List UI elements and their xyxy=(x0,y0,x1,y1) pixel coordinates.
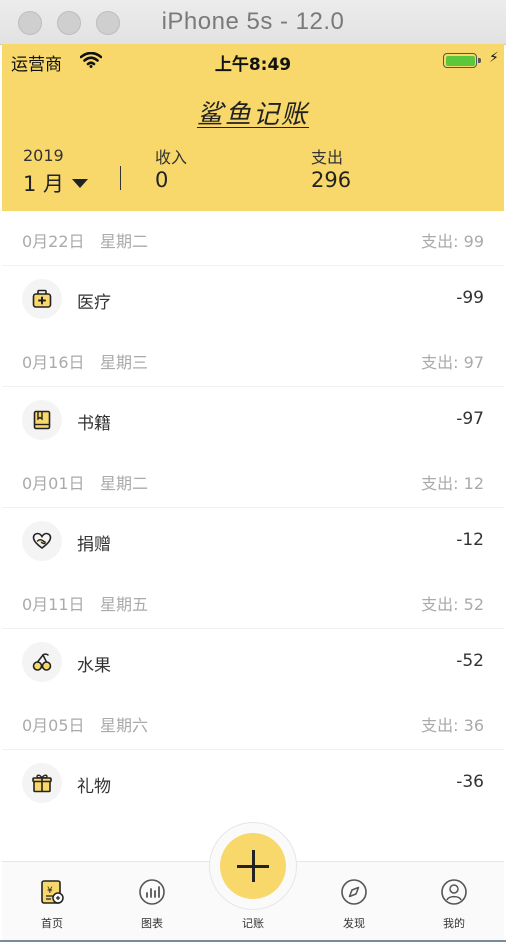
ledger-icon: ¥ xyxy=(41,880,64,904)
caret-down-icon xyxy=(72,178,89,188)
day-header: 0月11日 星期五 支出: 52 xyxy=(2,574,504,629)
simulator-window: iPhone 5s - 12.0 运营商 上午8:49 ⚡ 鲨鱼记账 2019 … xyxy=(0,0,506,942)
record-amount: -97 xyxy=(456,409,484,429)
charging-icon: ⚡ xyxy=(489,50,499,66)
tab-discover-label: 发现 xyxy=(343,917,365,930)
record-row[interactable]: 礼物 -36 xyxy=(2,750,504,816)
window-title: iPhone 5s - 12.0 xyxy=(161,8,345,35)
year-label: 2019 xyxy=(23,146,64,165)
day-date: 0月05日 xyxy=(22,716,85,735)
day-date: 0月01日 xyxy=(22,474,85,493)
header-divider xyxy=(120,166,121,190)
add-record-button[interactable] xyxy=(220,833,286,899)
day-weekday: 星期五 xyxy=(100,595,149,614)
tab-charts-label: 图表 xyxy=(141,917,163,930)
medical-kit-icon xyxy=(22,279,62,319)
income-value: 0 xyxy=(155,168,169,192)
day-expense-summary: 支出: 36 xyxy=(421,716,484,735)
tab-mine[interactable]: 我的 xyxy=(404,862,504,940)
expense-label: 支出 xyxy=(311,148,344,167)
day-expense-summary: 支出: 97 xyxy=(421,353,484,372)
phone-screen: 运营商 上午8:49 ⚡ 鲨鱼记账 2019 1 月 收入 0 支出 296 0… xyxy=(2,44,504,940)
book-icon xyxy=(22,400,62,440)
day-expense-summary: 支出: 99 xyxy=(421,232,484,251)
app-title: 鲨鱼记账 xyxy=(196,100,309,130)
month-selector[interactable]: 1 月 xyxy=(23,168,89,198)
day-weekday: 星期二 xyxy=(100,232,149,251)
income-label: 收入 xyxy=(155,148,188,167)
record-row[interactable]: 捐赠 -12 xyxy=(2,508,504,574)
record-row[interactable]: 水果 -52 xyxy=(2,629,504,695)
month-label: 1 月 xyxy=(23,172,65,196)
tab-discover[interactable]: 发现 xyxy=(304,862,404,940)
record-amount: -99 xyxy=(456,288,484,308)
day-weekday: 星期三 xyxy=(100,353,149,372)
tab-home[interactable]: ¥ 首页 xyxy=(2,862,102,940)
day-date: 0月11日 xyxy=(22,595,85,614)
record-row[interactable]: 医疗 -99 xyxy=(2,266,504,332)
day-weekday: 星期二 xyxy=(100,474,149,493)
record-category: 礼物 xyxy=(77,777,111,797)
header: 运营商 上午8:49 ⚡ 鲨鱼记账 2019 1 月 收入 0 支出 296 xyxy=(2,44,504,211)
record-category: 书籍 xyxy=(77,414,111,434)
record-amount: -52 xyxy=(456,651,484,671)
record-category: 水果 xyxy=(77,656,111,676)
tab-mine-label: 我的 xyxy=(443,917,465,930)
battery-icon xyxy=(443,53,481,68)
record-amount: -12 xyxy=(456,530,484,550)
compass-icon xyxy=(341,879,367,905)
status-time: 上午8:49 xyxy=(214,55,292,75)
record-row[interactable]: 书籍 -97 xyxy=(2,387,504,453)
record-list: 0月22日 星期二 支出: 99 医疗 -99 0月16日 星期三 支出: 97… xyxy=(2,211,504,816)
status-bar: 运营商 上午8:49 ⚡ xyxy=(2,44,504,76)
day-date: 0月22日 xyxy=(22,232,85,251)
record-amount: -36 xyxy=(456,772,484,792)
day-header: 0月16日 星期三 支出: 97 xyxy=(2,332,504,387)
heart-hand-icon xyxy=(22,521,62,561)
tab-home-label: 首页 xyxy=(41,917,63,930)
chart-icon xyxy=(139,879,165,905)
expense-value: 296 xyxy=(311,168,352,192)
tab-record-label: 记账 xyxy=(242,917,264,930)
day-expense-summary: 支出: 52 xyxy=(421,595,484,614)
day-date: 0月16日 xyxy=(22,353,85,372)
day-expense-summary: 支出: 12 xyxy=(421,474,484,493)
record-category: 捐赠 xyxy=(77,535,111,555)
day-header: 0月22日 星期二 支出: 99 xyxy=(2,211,504,266)
cherry-icon xyxy=(22,642,62,682)
record-category: 医疗 xyxy=(77,293,111,313)
day-header: 0月05日 星期六 支出: 36 xyxy=(2,695,504,750)
day-header: 0月01日 星期二 支出: 12 xyxy=(2,453,504,508)
user-icon xyxy=(441,879,467,905)
window-titlebar: iPhone 5s - 12.0 xyxy=(0,0,506,45)
svg-text:¥: ¥ xyxy=(47,886,53,896)
day-weekday: 星期六 xyxy=(100,716,149,735)
tab-charts[interactable]: 图表 xyxy=(102,862,202,940)
gift-icon xyxy=(22,763,62,803)
